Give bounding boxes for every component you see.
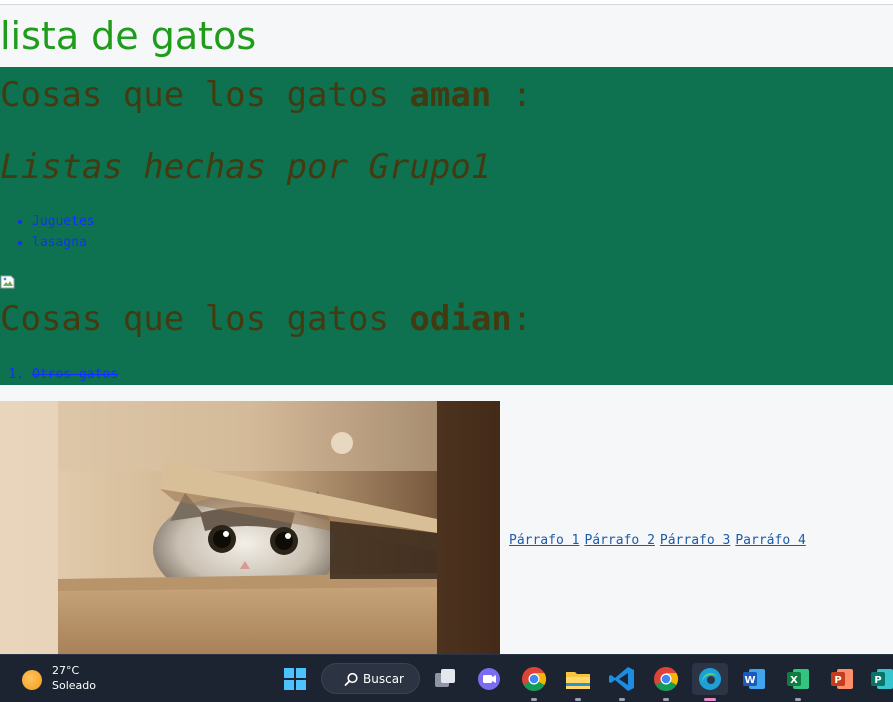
teams-chat-icon[interactable] (473, 663, 505, 695)
paragraph-links: Párrafo 1 Párrafo 2 Párrafo 3 Parráfo 4 (509, 531, 811, 551)
svg-text:P: P (834, 675, 841, 686)
link-parrafo-1[interactable]: Párrafo 1 (509, 533, 579, 548)
link-parrafo-2[interactable]: Párrafo 2 (584, 533, 654, 548)
cat-in-box-photo (0, 401, 500, 654)
svg-text:P: P (874, 675, 881, 686)
weather-widget[interactable]: 27°C Soleado (20, 663, 130, 695)
taskbar-search-button[interactable]: Buscar (321, 663, 420, 694)
list-item: Juguetes (32, 211, 95, 232)
publisher-icon[interactable]: P (866, 663, 893, 695)
file-explorer-icon[interactable] (562, 663, 594, 701)
running-indicator (795, 698, 801, 701)
chrome-icon[interactable] (650, 663, 682, 701)
link-parrafo-4[interactable]: Parráfo 4 (735, 533, 805, 548)
word-icon[interactable]: W (738, 663, 770, 695)
active-indicator (704, 698, 716, 701)
love-list: Juguetes lasagna (0, 211, 95, 253)
running-indicator (575, 698, 581, 701)
powerpoint-icon[interactable]: P (826, 663, 858, 695)
broken-image-icon (0, 275, 15, 289)
hate-list: Otros gatos (0, 364, 118, 385)
weather-condition: Soleado (52, 679, 96, 692)
task-view-icon[interactable] (429, 663, 461, 695)
windows-start-icon[interactable] (279, 663, 311, 695)
link-parrafo-3[interactable]: Párrafo 3 (660, 533, 730, 548)
running-indicator (531, 698, 537, 701)
browser-top-edge (0, 0, 893, 5)
weather-temperature: 27°C (52, 664, 80, 677)
subtitle: Listas hechas por Grupo1 (0, 147, 492, 187)
excel-icon[interactable]: X (782, 663, 814, 701)
running-indicator (663, 698, 669, 701)
edge-icon[interactable] (692, 663, 728, 701)
cat-photo-illustration (0, 401, 500, 654)
chrome-icon[interactable] (518, 663, 550, 701)
list-item: Otros gatos (32, 364, 118, 385)
running-indicator (619, 698, 625, 701)
windows-taskbar: 27°C Soleado Buscar W X P P (0, 654, 893, 702)
svg-text:W: W (744, 675, 755, 686)
sun-icon (22, 670, 42, 690)
page-title: lista de gatos (0, 14, 257, 58)
hate-heading: Cosas que los gatos odian: (0, 299, 533, 339)
search-icon (344, 672, 358, 686)
vscode-icon[interactable] (606, 663, 638, 701)
list-item: lasagna (32, 232, 95, 253)
search-label: Buscar (363, 672, 404, 686)
green-content-section: Cosas que los gatos aman : Listas hechas… (0, 67, 893, 385)
love-heading: Cosas que los gatos aman : (0, 75, 533, 115)
svg-text:X: X (790, 675, 798, 686)
